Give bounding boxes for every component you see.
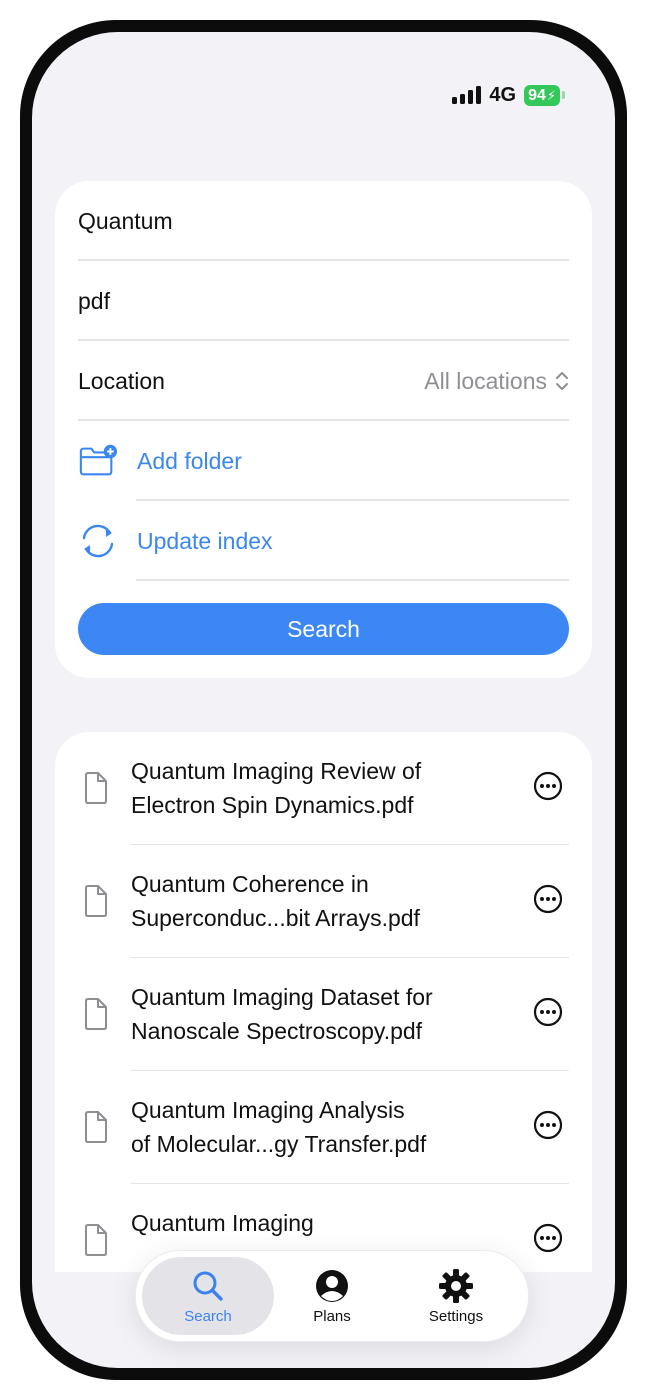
result-title-line2: Superconduc...bit Arrays.pdf <box>131 905 420 931</box>
result-title: Quantum Imaging Dataset for Nanoscale Spe… <box>131 980 471 1048</box>
result-item[interactable]: Quantum Imaging Analysis of Molecular...g… <box>55 1071 592 1184</box>
query-text: Quantum <box>78 207 173 234</box>
result-item[interactable]: Quantum Imaging Review of Electron Spin D… <box>55 732 592 845</box>
document-icon <box>85 772 107 804</box>
document-icon <box>85 998 107 1030</box>
tab-search[interactable]: Search <box>142 1257 274 1335</box>
add-folder-button[interactable]: Add folder <box>78 421 569 501</box>
more-options-icon[interactable] <box>532 996 564 1028</box>
result-title: Quantum Imaging Review of Electron Spin D… <box>131 754 471 822</box>
battery-level: 94 <box>528 86 546 104</box>
more-options-icon[interactable] <box>532 1109 564 1141</box>
add-folder-label: Add folder <box>137 447 242 474</box>
result-title-line1: Quantum Imaging Analysis <box>131 1097 405 1123</box>
result-item[interactable]: Quantum Imaging Dataset for Nanoscale Spe… <box>55 958 592 1071</box>
gear-icon <box>438 1268 474 1304</box>
tab-bar: Search Plans Settings <box>135 1250 529 1342</box>
tab-label: Settings <box>428 1307 484 1325</box>
document-icon <box>85 1111 107 1143</box>
document-icon <box>85 1224 107 1256</box>
result-title-line1: Quantum Imaging Review of <box>131 758 422 784</box>
cellular-signal-icon <box>452 86 482 104</box>
refresh-icon <box>78 521 118 561</box>
result-title-line1: Quantum Imaging Dataset for <box>131 984 433 1010</box>
more-options-icon[interactable] <box>532 1222 564 1254</box>
file-type-field[interactable]: pdf <box>78 261 569 341</box>
update-index-label: Update index <box>137 527 273 554</box>
tab-label: Plans <box>313 1307 351 1325</box>
battery-icon: 94 ⚡ <box>524 84 565 106</box>
screen: 4G 94 ⚡ Quantum pdf Location All location… <box>32 32 615 1368</box>
result-title-line2: Nanoscale Spectroscopy.pdf <box>131 1018 423 1044</box>
device-frame: 4G 94 ⚡ Quantum pdf Location All location… <box>20 20 627 1380</box>
result-title-line1: Quantum Imaging <box>131 1210 314 1236</box>
search-button[interactable]: Search <box>78 603 569 655</box>
search-icon <box>190 1268 226 1304</box>
more-options-icon[interactable] <box>532 883 564 915</box>
tab-plans[interactable]: Plans <box>266 1257 398 1335</box>
location-value: All locations <box>424 367 547 394</box>
result-title-line1: Quantum Coherence in <box>131 871 369 897</box>
result-title: Quantum Imaging Analysis of Molecular...g… <box>131 1093 471 1161</box>
location-picker[interactable]: Location All locations <box>78 341 569 421</box>
result-title-line2: Electron Spin Dynamics.pdf <box>131 792 414 818</box>
tab-label: Search <box>184 1307 232 1325</box>
person-icon <box>314 1268 350 1304</box>
result-title: Quantum Coherence in Superconduc...bit Ar… <box>131 867 471 935</box>
file-type-text: pdf <box>78 287 110 314</box>
result-title: Quantum Imaging <box>131 1206 471 1240</box>
query-field[interactable]: Quantum <box>78 181 569 261</box>
folder-add-icon <box>78 441 118 481</box>
more-options-icon[interactable] <box>532 770 564 802</box>
result-title-line2: of Molecular...gy Transfer.pdf <box>131 1131 427 1157</box>
document-icon <box>85 885 107 917</box>
tab-settings[interactable]: Settings <box>390 1257 522 1335</box>
results-list: Quantum Imaging Review of Electron Spin D… <box>55 732 592 1272</box>
chevron-up-down-icon <box>556 372 568 390</box>
divider <box>136 579 569 581</box>
search-form-card: Quantum pdf Location All locations Add f… <box>55 181 592 678</box>
network-type: 4G <box>489 83 517 106</box>
result-item[interactable]: Quantum Coherence in Superconduc...bit Ar… <box>55 845 592 958</box>
location-label: Location <box>78 367 165 394</box>
status-bar: 4G 94 ⚡ <box>452 82 565 108</box>
update-index-button[interactable]: Update index <box>78 501 569 581</box>
